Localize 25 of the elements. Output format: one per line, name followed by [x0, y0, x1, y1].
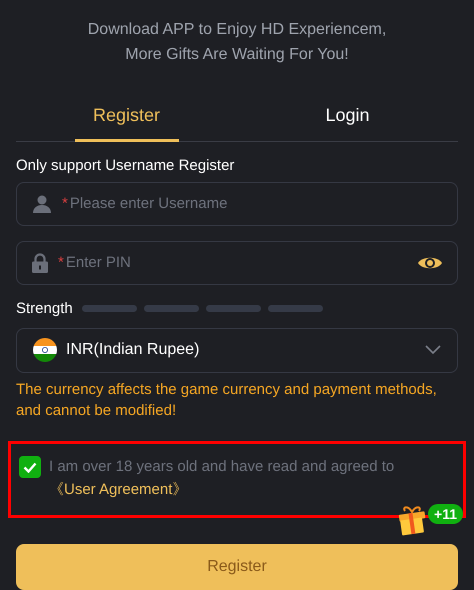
- required-mark: *: [58, 254, 64, 272]
- currency-select[interactable]: INR(Indian Rupee): [16, 328, 458, 374]
- currency-warning: The currency affects the game currency and payment methods, and cannot be modified!: [16, 380, 438, 422]
- user-agreement-link[interactable]: 《User Agreement》: [49, 481, 188, 498]
- strength-label: Strength: [16, 300, 73, 318]
- user-icon: [32, 194, 52, 214]
- chevron-down-icon: [425, 345, 441, 356]
- flag-icon: [33, 338, 57, 362]
- input-field[interactable]: *Please enter Username: [16, 182, 458, 226]
- promo-text: Download APP to Enjoy HD Experiencem,: [86, 20, 388, 40]
- check-icon: [23, 462, 37, 473]
- gift-icon[interactable]: [396, 504, 428, 536]
- text-input[interactable]: Enter PIN: [66, 254, 411, 272]
- input-field[interactable]: *Enter PIN: [16, 241, 458, 285]
- text-input[interactable]: Please enter Username: [70, 195, 443, 212]
- required-mark: *: [62, 195, 68, 212]
- currency-value: INR(Indian Rupee): [66, 341, 200, 360]
- tab[interactable]: Login: [296, 89, 400, 141]
- agree-checkbox[interactable]: [19, 456, 41, 478]
- promo-text: More Gifts Are Waiting For You!: [124, 45, 350, 65]
- register-note: Only support Username Register: [16, 157, 236, 174]
- tab[interactable]: Register: [74, 89, 178, 141]
- lock-icon: [32, 252, 48, 273]
- gift-count-badge: +11: [428, 504, 463, 524]
- agreement-text: I am over 18 years old and have read and agreed to 《User Agreement》: [49, 457, 396, 500]
